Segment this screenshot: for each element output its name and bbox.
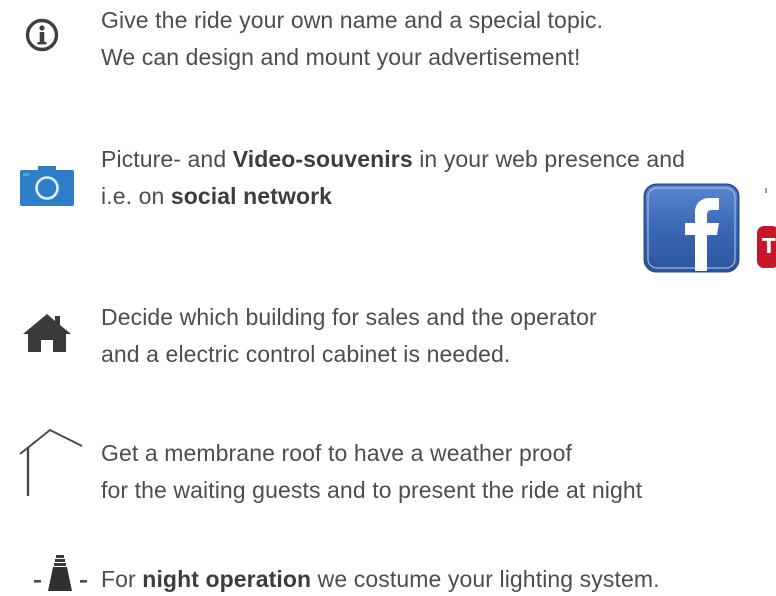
item-text: Give the ride your own name and a specia… [101,2,603,76]
text-run: Picture- and [101,146,233,172]
item-line: Give the ride your own name and a specia… [101,2,603,39]
item-line: For night operation we costume your ligh… [101,561,660,596]
item-line: and a electric control cabinet is needed… [101,336,597,373]
text-run: and a electric control cabinet is needed… [101,341,511,367]
roof-icon [19,428,83,496]
text-run: in your web presence and [412,146,686,172]
info-icon [25,18,59,52]
text-run: We can design and mount your advertiseme… [101,44,581,70]
item-text: Get a membrane roof to have a weather pr… [101,435,642,509]
item-text: For night operation we costume your ligh… [101,561,660,596]
house-icon [23,314,71,352]
text-run: For [101,566,143,592]
item-line: We can design and mount your advertiseme… [101,39,603,76]
item-line: Picture- and Video-souvenirs in your web… [101,141,685,178]
item-line: for the waiting guests and to present th… [101,472,642,509]
decorative-mark [765,188,767,193]
lamp-icon [34,555,87,591]
bold-phrase: night operation [142,566,312,592]
text-run: we costume your lighting system. [311,566,660,592]
item-text: Decide which building for sales and the … [101,299,597,373]
item-text: Picture- and Video-souvenirs in your web… [101,141,685,215]
item-line: Get a membrane roof to have a weather pr… [101,435,642,472]
text-run: Decide which building for sales and the … [101,304,597,330]
item-line: Decide which building for sales and the … [101,299,597,336]
text-run: i.e. on [101,183,171,209]
red-social-logo-icon: T [757,226,776,268]
text-run: for the waiting guests and to present th… [101,477,643,503]
camera-icon [20,166,74,206]
bold-phrase: social network [170,183,333,209]
item-line: i.e. on social network [101,178,685,215]
text-run: Get a membrane roof to have a weather pr… [101,440,572,466]
text-run: Give the ride your own name and a specia… [101,7,604,33]
facebook-logo-icon [643,183,740,273]
bold-phrase: Video-souvenirs [232,146,413,172]
